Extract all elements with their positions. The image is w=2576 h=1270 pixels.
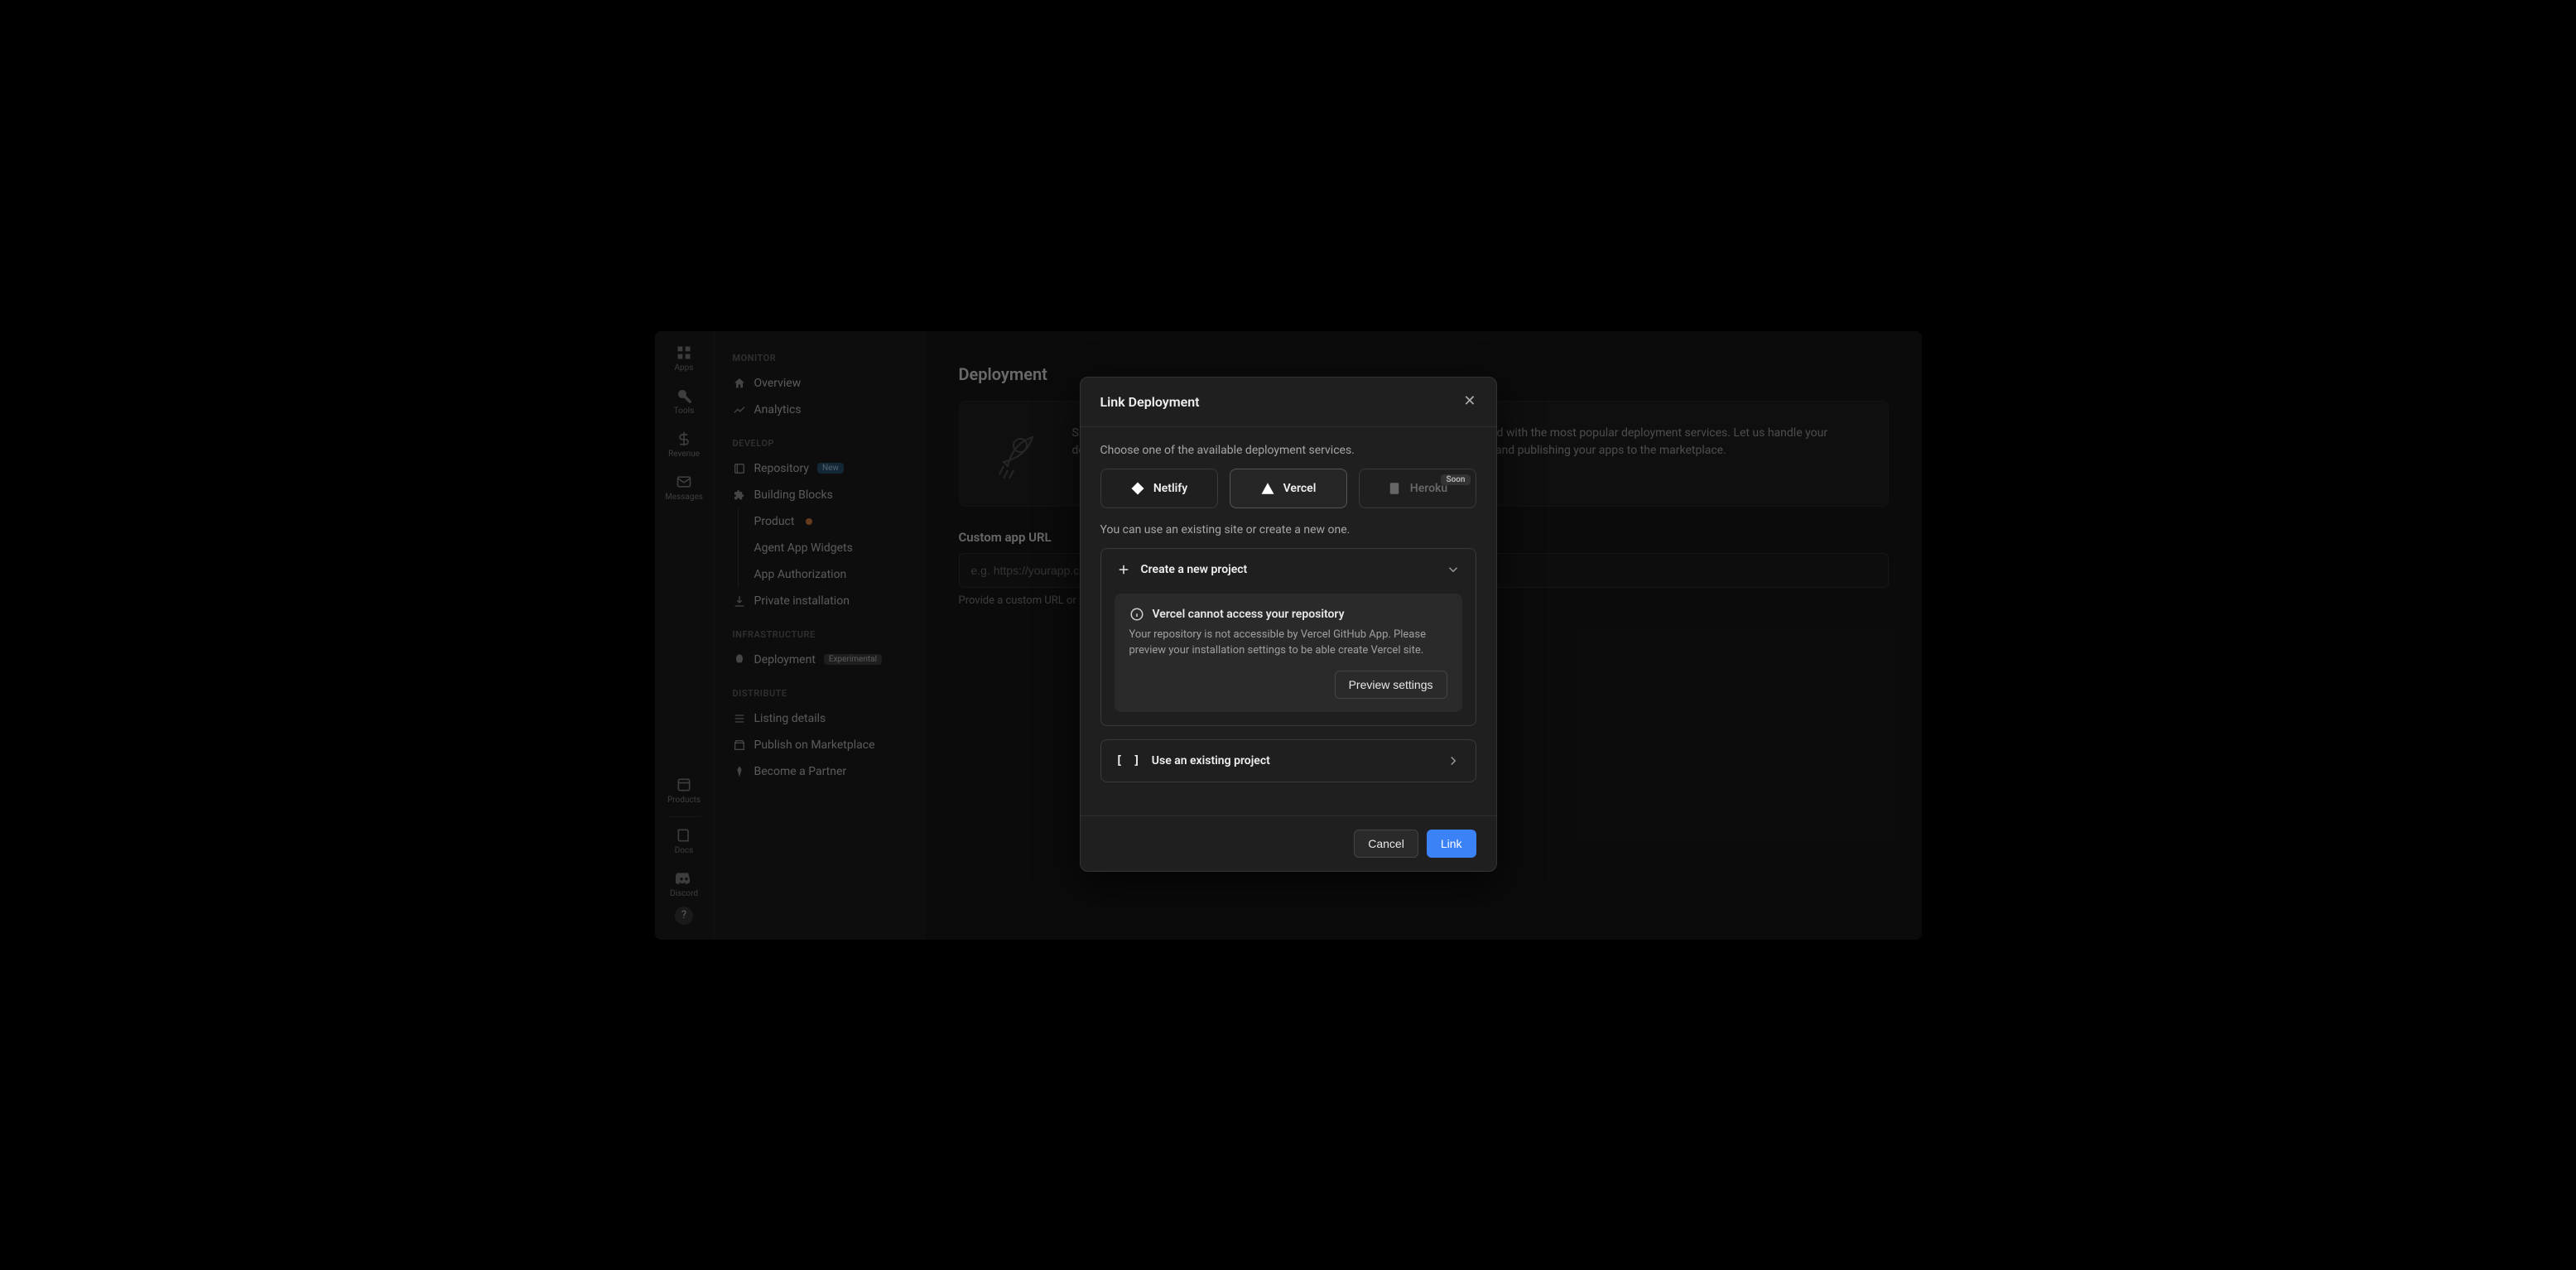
provider-row: Netlify Vercel Soon Heroku [1100,469,1476,508]
info-icon [1129,607,1144,622]
chevron-down-icon [1446,562,1461,577]
warning-body: Your repository is not accessible by Ver… [1129,627,1447,659]
preview-settings-button[interactable]: Preview settings [1335,671,1447,699]
modal-subtitle: Choose one of the available deployment s… [1100,444,1476,457]
modal-body: Choose one of the available deployment s… [1081,427,1496,815]
use-existing-toggle[interactable]: [ ] Use an existing project [1101,740,1476,782]
create-new-toggle[interactable]: Create a new project [1101,549,1476,590]
panel-title: Create a new project [1141,563,1248,576]
existing-hint: You can use an existing site or create a… [1100,523,1476,536]
create-new-panel: Create a new project Vercel cannot acces… [1100,548,1476,726]
modal-footer: Cancel Link [1081,815,1496,871]
cancel-button[interactable]: Cancel [1354,830,1418,858]
link-deployment-modal: Link Deployment ✕ Choose one of the avai… [1080,377,1497,872]
modal-overlay[interactable]: Link Deployment ✕ Choose one of the avai… [655,331,1922,940]
access-warning: Vercel cannot access your repository You… [1115,594,1462,712]
warning-title: Vercel cannot access your repository [1153,608,1345,621]
create-new-body: Vercel cannot access your repository You… [1101,590,1476,725]
provider-label: Netlify [1153,482,1187,495]
provider-netlify[interactable]: Netlify [1100,469,1218,508]
close-icon[interactable]: ✕ [1463,394,1476,409]
use-existing-panel: [ ] Use an existing project [1100,739,1476,782]
warning-title-row: Vercel cannot access your repository [1129,607,1447,622]
provider-heroku: Soon Heroku [1359,469,1476,508]
provider-label: Vercel [1283,482,1317,495]
modal-header: Link Deployment ✕ [1081,378,1496,427]
soon-badge: Soon [1441,474,1470,485]
netlify-icon [1130,481,1145,496]
panel-title: Use an existing project [1152,754,1270,767]
provider-vercel[interactable]: Vercel [1230,469,1347,508]
brackets-icon: [ ] [1116,754,1142,767]
link-button[interactable]: Link [1427,830,1476,858]
vercel-icon [1260,481,1275,496]
chevron-right-icon [1446,753,1461,768]
modal-title: Link Deployment [1100,394,1200,410]
heroku-icon [1387,481,1402,496]
plus-icon [1116,562,1131,577]
app-frame: Apps Tools Revenue Messages Products Doc… [655,331,1922,940]
